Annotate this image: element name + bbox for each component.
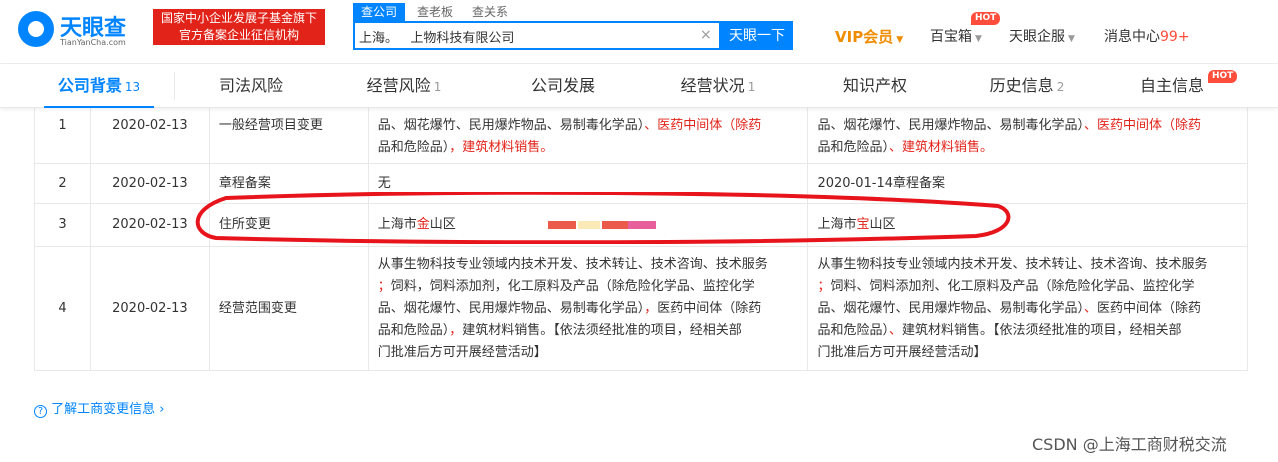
row-item: 住所变更 — [208, 203, 369, 247]
hot-badge: HOT — [971, 12, 1001, 25]
redacted-address-mark — [547, 221, 656, 229]
row-date: 2020-02-13 — [89, 203, 210, 247]
tab-divider — [174, 72, 175, 100]
csdn-watermark: CSDN @上海工商财税交流 — [1032, 435, 1227, 454]
eye-logo-icon — [18, 11, 54, 47]
row-date: 2020-02-13 — [89, 163, 210, 204]
caret-down-icon: ▼ — [896, 35, 904, 45]
row-date: 2020-02-13 — [89, 246, 210, 371]
tab-operation-risk[interactable]: 经营风险 1 — [349, 64, 459, 108]
section-tab-bar: 公司背景 13 司法风险 经营风险 1 公司发展 经营状况 1 知识产权 历史信息 2 … — [0, 64, 1278, 108]
top-header: 天眼查 TianYanCha.com 国家中小企业发展子基金旗下 官方备案企业征… — [0, 0, 1278, 64]
after-value: 上海市宝山区 — [807, 203, 1248, 247]
row-index: 4 — [34, 246, 91, 371]
caret-down-icon: ▼ — [975, 34, 982, 44]
change-records-table: 1 2020-02-13 一般经营项目变更 品、烟花爆竹、民用爆炸物品、易制毒化… — [34, 88, 1248, 371]
tab-intellectual-property[interactable]: 知识产权 — [820, 64, 930, 108]
before-value: 从事生物科技专业领域内技术开发、技术转让、技术咨询、技术服务 ；饲料，饲料添加剂… — [367, 246, 809, 371]
tab-company-background[interactable]: 公司背景 13 — [44, 64, 154, 108]
chevron-right-icon: › — [159, 402, 165, 417]
message-center-link[interactable]: 消息中心99+ — [1104, 26, 1190, 46]
tab-company-development[interactable]: 公司发展 — [508, 64, 618, 108]
tianyancha-logo[interactable]: 天眼查 TianYanCha.com — [18, 8, 148, 48]
row-index: 2 — [34, 163, 91, 204]
row-item: 章程备案 — [208, 163, 369, 204]
tab-operation-status[interactable]: 经营状况 1 — [663, 64, 773, 108]
enterprise-service-label: 天眼企服 — [1009, 29, 1065, 45]
after-value: 从事生物科技专业领域内技术开发、技术转让、技术咨询、技术服务 ；饲料、饲料添加剂… — [807, 246, 1248, 371]
message-count: 99+ — [1160, 29, 1190, 45]
before-value: 上海市金山区 — [367, 203, 809, 247]
vip-label: VIP会员 — [835, 28, 894, 46]
search-button[interactable]: 天眼一下 — [721, 21, 793, 50]
table-row: 4 2020-02-13 经营范围变更 从事生物科技专业领域内技术开发、技术转让… — [34, 246, 1248, 371]
table-row: 2 2020-02-13 章程备案 无 2020-01-14章程备案 — [34, 163, 1248, 204]
toolbox-label: 百宝箱 — [930, 29, 972, 45]
badge-line2: 官方备案企业征信机构 — [178, 28, 299, 42]
message-center-label: 消息中心 — [1104, 29, 1160, 45]
tab-judicial-risk[interactable]: 司法风险 — [196, 64, 306, 108]
badge-line1: 国家中小企业发展子基金旗下 — [160, 11, 317, 25]
help-link-label: 了解工商变更信息 — [51, 402, 156, 417]
search-tab-relation[interactable]: 查关系 — [472, 3, 508, 21]
official-badge: 国家中小企业发展子基金旗下 官方备案企业征信机构 — [153, 9, 325, 45]
enterprise-service-menu[interactable]: 天眼企服 ▼ — [1009, 26, 1075, 46]
before-value: 无 — [367, 163, 809, 204]
caret-down-icon: ▼ — [1068, 34, 1075, 44]
table-row: 3 2020-02-13 住所变更 上海市金山区 上海市宝山区 — [34, 203, 1248, 247]
row-item: 经营范围变更 — [208, 246, 369, 371]
vip-member-menu[interactable]: VIP会员 ▼ — [835, 26, 903, 46]
search-tab-boss[interactable]: 查老板 — [417, 3, 453, 21]
tab-history-info[interactable]: 历史信息 2 — [972, 64, 1082, 108]
search-tab-company[interactable]: 查公司 — [353, 3, 406, 21]
logo-domain: TianYanCha.com — [60, 38, 126, 47]
close-icon[interactable]: × — [700, 27, 712, 43]
question-circle-icon: ? — [34, 405, 47, 418]
search-input[interactable] — [359, 26, 689, 46]
toolbox-menu[interactable]: 百宝箱 ▼ — [930, 26, 982, 46]
search-box: × — [353, 21, 721, 50]
after-value: 2020-01-14章程备案 — [807, 163, 1248, 204]
hot-badge: HOT — [1208, 70, 1238, 83]
row-index: 3 — [34, 203, 91, 247]
learn-change-info-link[interactable]: ? 了解工商变更信息 › — [34, 398, 165, 418]
